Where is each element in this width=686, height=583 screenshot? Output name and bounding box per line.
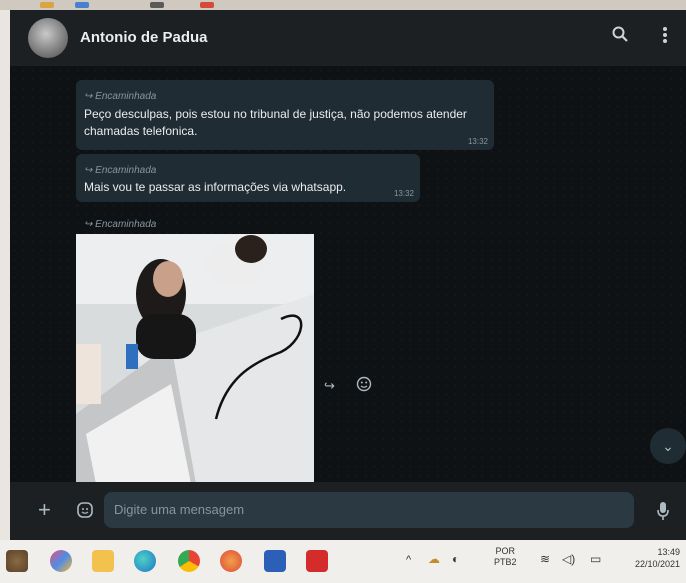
message-image[interactable] [76,234,314,484]
language-code: POR [495,546,516,556]
emoji-icon[interactable] [356,376,372,397]
forwarded-text: Encaminhada [95,165,157,176]
message-bubble[interactable]: ↪ Encaminhada Peço desculpas, pois estou… [76,80,494,150]
message-time: 13:32 [467,137,488,146]
edge-icon[interactable] [134,550,156,572]
message-bubble[interactable]: ↪ Encaminhada Mais vou te passar as info… [76,154,420,202]
forward-icon: ↪ [84,91,96,102]
volume-icon[interactable]: ◁) [562,552,575,566]
clock-time: 13:49 [657,547,680,557]
word-icon[interactable] [264,550,286,572]
tray-app-icon[interactable]: ◐ [452,552,459,566]
keyboard-layout: PTB2 [494,557,517,567]
clock-date: 22/10/2021 [634,559,680,569]
toolbar-icon [150,2,164,8]
toolbar-icon [75,2,89,8]
clock[interactable]: 13:49 22/10/2021 [620,546,680,570]
more-vert-icon[interactable] [662,26,668,49]
chrome-icon[interactable] [178,550,200,572]
message-text: Mais vou te passar as informações via wh… [84,180,347,194]
sticker-icon[interactable] [76,501,94,524]
composer-bar: + Digite uma mensagem [10,482,686,540]
browser-top-strip [0,0,686,10]
wifi-icon[interactable]: ≋ [540,552,550,566]
toolbar-icon [200,2,214,8]
forward-icon: ↪ [84,165,96,176]
message-input[interactable]: Digite uma mensagem [104,492,634,528]
search-icon[interactable] [6,550,28,572]
chat-header: Antonio de Padua [10,10,686,66]
firefox-icon[interactable] [220,550,242,572]
battery-icon[interactable]: ▭ [590,552,601,566]
forward-icon: ↪ [84,219,96,230]
file-explorer-icon[interactable] [92,550,114,572]
contact-name[interactable]: Antonio de Padua [80,29,208,46]
forwarded-label: ↪ Encaminhada [84,86,156,104]
chevron-down-icon[interactable]: ⌄ [650,428,686,464]
forwarded-text: Encaminhada [95,91,157,102]
forwarded-text: Encaminhada [95,219,157,230]
chevron-up-icon[interactable]: ^ [406,554,411,566]
windows-taskbar: ^ ☁ ◐ POR PTB2 ≋ ◁) ▭ 13:49 22/10/2021 [0,540,686,583]
onedrive-icon[interactable]: ☁ [428,552,440,566]
acrobat-icon[interactable] [306,550,328,572]
widgets-icon[interactable] [50,550,72,572]
mic-icon[interactable] [656,501,670,526]
language-indicator[interactable]: POR PTB2 [494,546,517,568]
message-time: 13:32 [393,189,414,198]
message-text: Peço desculpas, pois estou no tribunal d… [84,107,467,138]
plus-icon[interactable]: + [38,499,51,521]
avatar[interactable] [28,18,68,58]
search-icon[interactable] [612,26,628,47]
message-input-placeholder: Digite uma mensagem [114,502,245,517]
forward-icon[interactable]: ↪ [324,378,335,394]
forwarded-label: ↪ Encaminhada [84,160,156,178]
whatsapp-window: Antonio de Padua ↪ Encaminhada Peço desc… [10,10,686,540]
toolbar-icon [40,2,54,8]
forwarded-label: ↪ Encaminhada [84,214,156,232]
